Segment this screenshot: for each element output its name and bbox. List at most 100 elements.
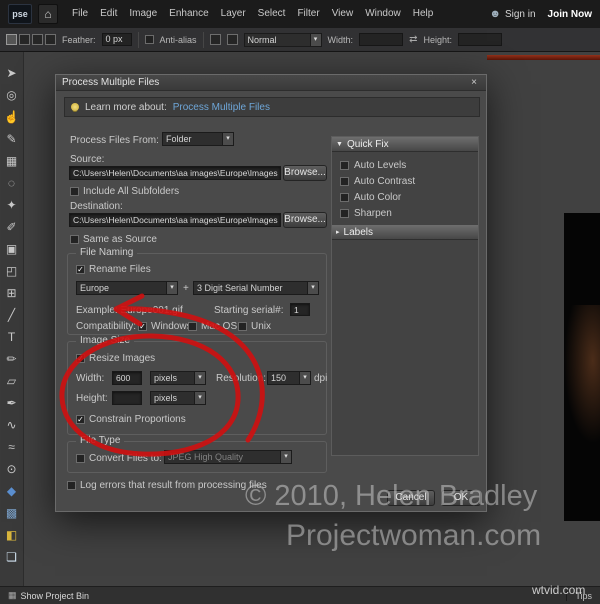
quick-fix-title: Quick Fix [346, 138, 389, 150]
marquee-tool-icon[interactable]: ▦ [1, 150, 23, 172]
straighten-tool-icon[interactable]: ╱ [1, 304, 23, 326]
file-naming-group: File Naming ✓ Rename Files Europe ▾ + 3 … [67, 247, 327, 335]
file-naming-title: File Naming [76, 247, 138, 258]
constrain-proportions-label: Constrain Proportions [89, 413, 186, 425]
gradient-tool-icon[interactable]: ▩ [1, 502, 23, 524]
width-units-dropdown[interactable]: pixels ▾ [150, 371, 206, 385]
lasso-tool-icon[interactable]: ◌ [1, 172, 23, 194]
color-swatches-icon[interactable]: ❏ [1, 546, 23, 568]
paint-bucket-tool-icon[interactable]: ◧ [1, 524, 23, 546]
checkbox-icon: ✓ [76, 414, 85, 424]
home-icon[interactable]: ⌂ [38, 4, 58, 24]
compat-unix-label: Unix [251, 320, 272, 332]
compat-macos-label: Mac OS [201, 320, 238, 332]
serial-number-dropdown[interactable]: 3 Digit Serial Number ▾ [193, 281, 319, 295]
compat-macos-checkbox[interactable]: ✓ Mac OS [188, 320, 237, 332]
smudge-tool-icon[interactable]: ≈ [1, 436, 23, 458]
sponge-tool-icon[interactable]: ⊙ [1, 458, 23, 480]
process-from-label: Process Files From: [70, 135, 159, 146]
convert-files-label: Convert Files to: [89, 452, 162, 464]
quickfix-sharpen-checkbox[interactable]: ✓ Sharpen [332, 205, 478, 221]
swap-dimensions-icon[interactable]: ⇄ [409, 34, 417, 45]
convert-format-dropdown[interactable]: JPEG High Quality ▾ [164, 450, 292, 464]
pencil-tool-icon[interactable]: ✏ [1, 348, 23, 370]
mask-mode-icon[interactable] [226, 34, 238, 45]
log-errors-checkbox[interactable]: ✓ Log errors that result from processing… [67, 479, 267, 491]
menu-filter[interactable]: Filter [291, 0, 325, 28]
shape-tool-icon[interactable]: ◆ [1, 480, 23, 502]
compat-windows-checkbox[interactable]: ✓ Windows [138, 320, 192, 332]
quickfix-auto-levels-checkbox[interactable]: ✓ Auto Levels [332, 157, 478, 173]
compat-unix-checkbox[interactable]: ✓ Unix [238, 320, 271, 332]
blend-mode-dropdown[interactable]: Normal ▾ [243, 32, 322, 47]
chevron-down-icon: ▾ [280, 451, 291, 463]
eraser-tool-icon[interactable]: ▱ [1, 370, 23, 392]
brush-tool-icon[interactable]: ✒ [1, 392, 23, 414]
resolution-dropdown[interactable]: 150 ▾ [267, 371, 311, 385]
zoom-tool-icon[interactable]: ◎ [1, 84, 23, 106]
magic-wand-tool-icon[interactable]: ✦ [1, 194, 23, 216]
destination-path-input[interactable]: C:\Users\Helen\Documents\aa images\Europ… [69, 213, 281, 227]
pse-logo[interactable]: pse [8, 4, 32, 24]
menu-edit[interactable]: Edit [94, 0, 123, 28]
subtract-selection-icon[interactable] [32, 34, 43, 45]
eyedropper-tool-icon[interactable]: ✎ [1, 128, 23, 150]
resize-images-checkbox[interactable]: ✓ Resize Images [76, 352, 155, 364]
width-input[interactable] [359, 33, 404, 46]
quickfix-auto-contrast-checkbox[interactable]: ✓ Auto Contrast [332, 173, 478, 189]
sign-in-button[interactable]: ☻ Sign in [489, 8, 535, 20]
menu-select[interactable]: Select [252, 0, 292, 28]
anti-alias-checkbox[interactable]: ✓ [144, 35, 154, 44]
menu-file[interactable]: File [66, 0, 94, 28]
quick-fix-header[interactable]: ▼ Quick Fix [332, 137, 478, 152]
constrain-proportions-checkbox[interactable]: ✓ Constrain Proportions [76, 413, 186, 425]
impressionist-brush-tool-icon[interactable]: ∿ [1, 414, 23, 436]
content-move-tool-icon[interactable]: ⊞ [1, 282, 23, 304]
process-from-dropdown[interactable]: Folder ▾ [162, 132, 234, 146]
show-project-bin-button[interactable]: ▦ Show Project Bin [8, 590, 89, 601]
join-now-button[interactable]: Join Now [548, 9, 592, 20]
hand-tool-icon[interactable]: ☝ [1, 106, 23, 128]
status-bar: ▦ Show Project Bin Tips [0, 586, 600, 604]
close-icon[interactable]: × [468, 77, 480, 88]
watermark-small: wtvid.com [532, 583, 586, 597]
intersect-selection-icon[interactable] [45, 34, 56, 45]
starting-serial-input[interactable]: 1 [290, 303, 310, 316]
recompose-tool-icon[interactable]: ◰ [1, 260, 23, 282]
feather-input[interactable]: 0 px [101, 33, 132, 46]
menu-help[interactable]: Help [407, 0, 440, 28]
menu-image[interactable]: Image [123, 0, 163, 28]
type-tool-icon[interactable]: T [1, 326, 23, 348]
height-input[interactable] [457, 33, 502, 46]
convert-files-checkbox[interactable]: ✓ Convert Files to: [76, 452, 162, 464]
move-tool-icon[interactable]: ➤ [1, 62, 23, 84]
destination-browse-button[interactable]: Browse... [283, 212, 327, 228]
labels-header[interactable]: ▸ Labels [332, 225, 478, 240]
quickfix-label: Sharpen [354, 207, 392, 219]
chevron-down-icon: ▾ [299, 372, 310, 384]
crop-tool-icon[interactable]: ▣ [1, 238, 23, 260]
include-subfolders-checkbox[interactable]: ✓ Include All Subfolders [70, 185, 179, 197]
lightbulb-icon [71, 103, 79, 111]
document-name-dropdown[interactable]: Europe ▾ [76, 281, 178, 295]
refine-edge-icon[interactable] [209, 34, 221, 45]
menu-layer[interactable]: Layer [215, 0, 252, 28]
menu-view[interactable]: View [326, 0, 360, 28]
width-input[interactable]: 600 [112, 371, 142, 385]
menu-window[interactable]: Window [359, 0, 407, 28]
menu-enhance[interactable]: Enhance [163, 0, 214, 28]
source-path-input[interactable]: C:\Users\Helen\Documents\aa images\Europ… [69, 166, 281, 180]
dialog-titlebar[interactable]: Process Multiple Files × [56, 75, 486, 91]
add-selection-icon[interactable] [19, 34, 30, 45]
watermark-line2: Projectwoman.com [286, 519, 542, 552]
height-input[interactable] [112, 391, 142, 405]
starting-serial-label: Starting serial#: [214, 305, 284, 316]
quickfix-auto-color-checkbox[interactable]: ✓ Auto Color [332, 189, 478, 205]
same-as-source-checkbox[interactable]: ✓ Same as Source [70, 233, 157, 245]
source-browse-button[interactable]: Browse... [283, 165, 327, 181]
new-selection-icon[interactable] [6, 34, 17, 45]
learn-more-link[interactable]: Process Multiple Files [173, 102, 270, 113]
height-units-dropdown[interactable]: pixels ▾ [150, 391, 206, 405]
quick-selection-tool-icon[interactable]: ✐ [1, 216, 23, 238]
rename-files-checkbox[interactable]: ✓ Rename Files [76, 263, 151, 275]
